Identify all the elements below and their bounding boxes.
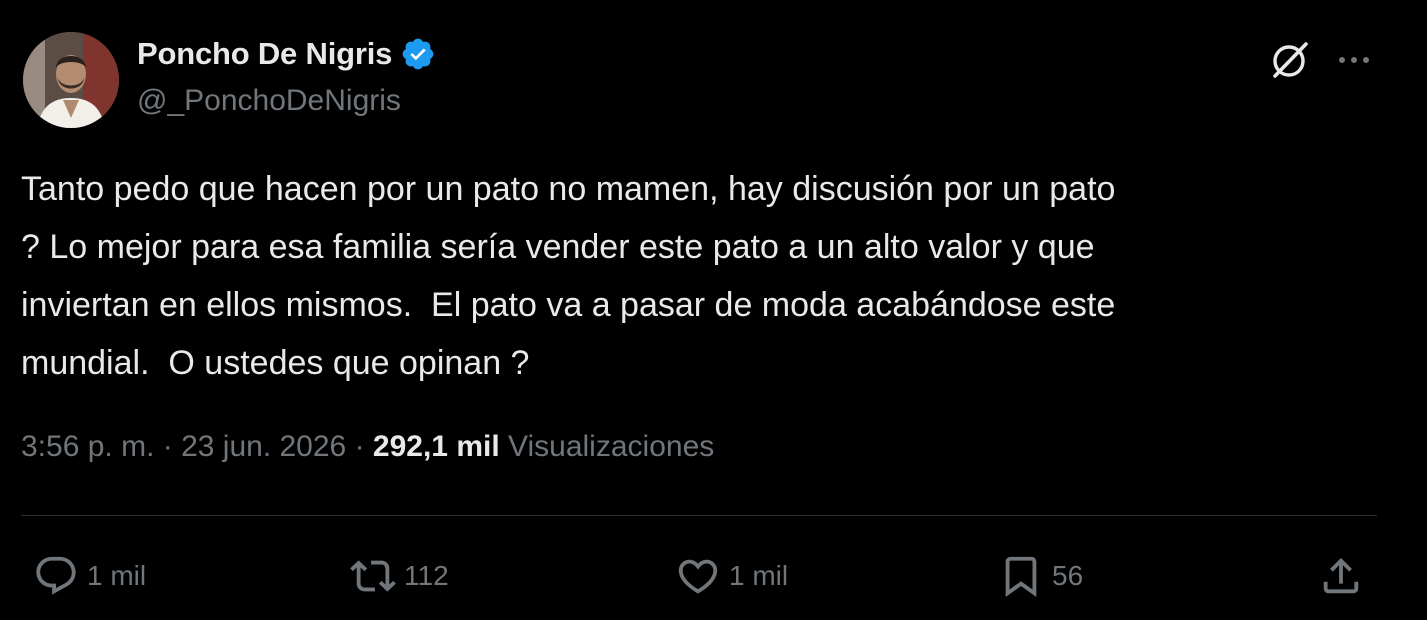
like-icon (678, 559, 718, 594)
share-button[interactable] (1318, 546, 1364, 606)
tweet-text: Tanto pedo que hacen por un pato no mame… (21, 170, 1116, 382)
reply-count: 1 mil (87, 560, 147, 591)
tweet-metadata: 3:56 p. m. · 23 jun. 2026 · 292,1 mil Vi… (21, 430, 714, 464)
tweet-time[interactable]: 3:56 p. m. (21, 430, 154, 464)
like-button[interactable]: 1 mil (675, 546, 788, 606)
tweet-date[interactable]: 23 jun. 2026 (181, 430, 346, 464)
action-bar: 1 mil 112 1 mil 56 (0, 546, 1427, 606)
views-label: Visualizaciones (508, 430, 715, 463)
bookmark-button[interactable]: 56 (998, 546, 1083, 606)
meta-separator: · (346, 430, 373, 463)
reply-button[interactable]: 1 mil (33, 546, 146, 606)
retweet-button[interactable]: 112 (350, 546, 449, 606)
bookmark-count: 56 (1052, 560, 1084, 591)
name-row: Poncho De Nigris (137, 34, 436, 74)
display-name[interactable]: Poncho De Nigris (137, 36, 392, 72)
verified-badge-icon[interactable] (400, 36, 436, 72)
share-icon (1323, 557, 1359, 594)
tweet-card: Poncho De Nigris @_PonchoDeNigris Tanto … (0, 0, 1427, 620)
views-count: 292,1 mil (372, 430, 500, 463)
retweet-count: 112 (404, 560, 449, 591)
bookmark-icon (1005, 556, 1037, 597)
avatar-photo (23, 32, 119, 128)
retweet-icon (350, 560, 396, 592)
like-count: 1 mil (729, 560, 789, 591)
more-options-icon[interactable] (1334, 42, 1374, 78)
grok-icon[interactable] (1268, 38, 1312, 82)
divider (21, 515, 1377, 516)
reply-icon (36, 556, 76, 595)
user-handle[interactable]: @_PonchoDeNigris (137, 84, 401, 118)
meta-separator: · (154, 430, 182, 463)
avatar[interactable] (23, 32, 119, 128)
